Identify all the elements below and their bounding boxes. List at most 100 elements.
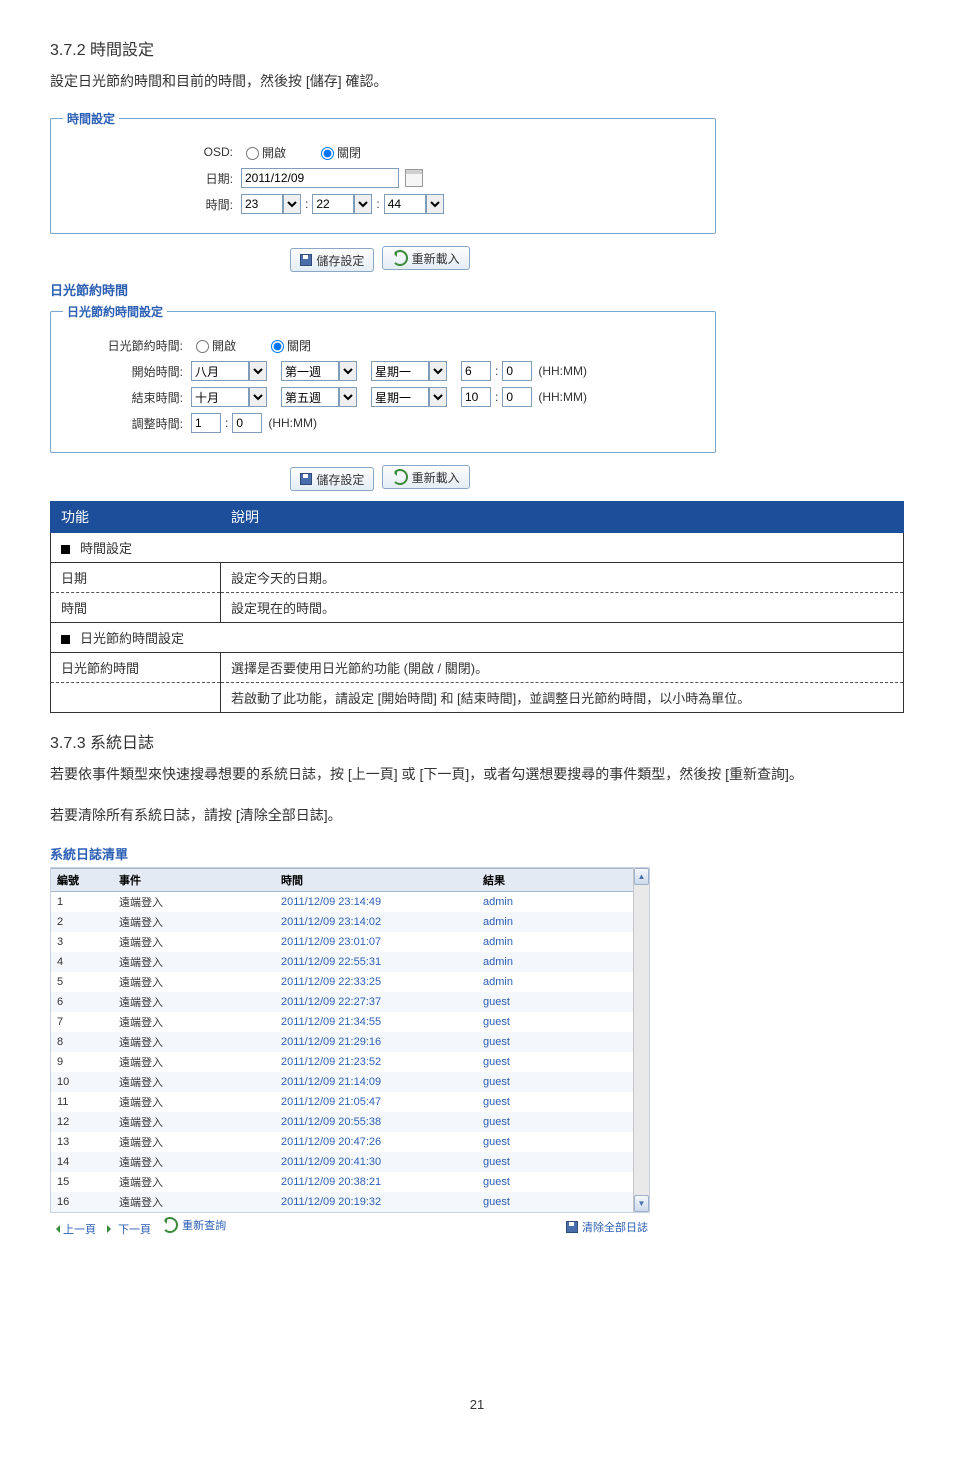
adjust-hour-input[interactable] [191,413,221,433]
section-372-title: 3.7.2 時間設定 [50,36,904,60]
table-row: 2遠端登入2011/12/09 23:14:02admin [51,912,649,932]
start-day-select[interactable] [429,361,447,381]
osd-label: OSD: [63,145,241,159]
table-row: 15遠端登入2011/12/09 20:38:21guest [51,1172,649,1192]
time-settings-panel: 時間設定 OSD: 開啟 關閉 日期: 時間: : : [50,110,904,491]
log-th-result: 結果 [477,869,649,892]
hour-select[interactable] [283,194,301,214]
start-label: 開始時間: [63,363,191,380]
adjust-hhmm: (HH:MM) [268,416,317,430]
dst-off-radio[interactable]: 關閉 [266,337,311,354]
end-min-input[interactable] [502,387,532,407]
clear-all-button[interactable]: 清除全部日誌 [566,1219,648,1235]
log-th-event: 事件 [113,869,275,892]
start-hour-input[interactable] [461,361,491,381]
log-scrollbar[interactable]: ▲ ▼ [633,868,649,1212]
reload-icon [392,469,408,485]
desc-time-val: 設定現在的時間。 [221,593,904,623]
dst-heading: 日光節約時間 [50,280,904,299]
save-icon [300,473,312,485]
table-row: 13遠端登入2011/12/09 20:47:26guest [51,1132,649,1152]
start-month-select[interactable] [249,361,267,381]
time-settings-legend: 時間設定 [63,110,119,127]
date-input[interactable] [241,168,399,188]
start-day-input[interactable] [371,361,429,381]
desc-dst-val: 選擇是否要使用日光節約功能 (開啟 / 關閉)。 [221,653,904,683]
end-day-input[interactable] [371,387,429,407]
end-colon: : [495,390,498,404]
end-hhmm: (HH:MM) [538,390,587,404]
dst-on-radio[interactable]: 開啟 [191,337,236,354]
dst-label: 日光節約時間: [63,337,191,354]
time-reload-label: 重新載入 [412,250,460,267]
dst-save-button[interactable]: 儲存設定 [290,467,374,491]
next-page-button[interactable]: 下一頁 [107,1221,151,1237]
start-colon: : [495,364,498,378]
adjust-label: 調整時間: [63,415,191,432]
time-reload-button[interactable]: 重新載入 [382,246,470,270]
table-row: 6遠端登入2011/12/09 22:27:37guest [51,992,649,1012]
requery-button[interactable]: 重新查詢 [162,1217,226,1233]
start-week-input[interactable] [281,361,339,381]
end-day-select[interactable] [429,387,447,407]
start-month-input[interactable] [191,361,249,381]
time-save-button[interactable]: 儲存設定 [290,248,374,272]
start-hhmm: (HH:MM) [538,364,587,378]
arrow-right-icon [107,1225,115,1233]
desc-time-key: 時間 [51,593,221,623]
calendar-icon[interactable] [405,169,423,187]
desc-date-val: 設定今天的日期。 [221,563,904,593]
description-table: 功能 說明 時間設定 日期 設定今天的日期。 時間 設定現在的時間。 日光節約時… [50,501,904,713]
scroll-up-icon[interactable]: ▲ [634,868,649,885]
start-min-input[interactable] [502,361,532,381]
end-label: 結束時間: [63,389,191,406]
end-week-input[interactable] [281,387,339,407]
table-row: 4遠端登入2011/12/09 22:55:31admin [51,952,649,972]
dst-save-label: 儲存設定 [316,471,364,488]
log-table: 編號 事件 時間 結果 1遠端登入2011/12/09 23:14:49admi… [51,868,649,1212]
adjust-colon: : [225,416,228,430]
end-month-select[interactable] [249,387,267,407]
table-row: 3遠端登入2011/12/09 23:01:07admin [51,932,649,952]
dst-reload-button[interactable]: 重新載入 [382,465,470,489]
second-select[interactable] [426,194,444,214]
table-row: 8遠端登入2011/12/09 21:29:16guest [51,1032,649,1052]
second-input[interactable] [384,194,426,214]
desc-sub-dst: 日光節約時間設定 [51,623,904,653]
table-row: 7遠端登入2011/12/09 21:34:55guest [51,1012,649,1032]
scroll-down-icon[interactable]: ▼ [634,1195,649,1212]
save-icon [566,1221,578,1233]
desc-date-key: 日期 [51,563,221,593]
time-label: 時間: [63,196,241,213]
dst-on-text: 開啟 [212,337,236,354]
osd-off-text: 關閉 [337,144,361,161]
table-row: 10遠端登入2011/12/09 21:14:09guest [51,1072,649,1092]
log-th-time: 時間 [275,869,477,892]
table-row: 9遠端登入2011/12/09 21:23:52guest [51,1052,649,1072]
clear-all-label: 清除全部日誌 [582,1219,648,1235]
end-hour-input[interactable] [461,387,491,407]
table-row: 14遠端登入2011/12/09 20:41:30guest [51,1152,649,1172]
desc-sub-time: 時間設定 [51,533,904,563]
minute-input[interactable] [312,194,354,214]
adjust-min-input[interactable] [232,413,262,433]
date-label: 日期: [63,170,241,187]
osd-on-radio[interactable]: 開啟 [241,144,286,161]
start-week-select[interactable] [339,361,357,381]
osd-off-radio[interactable]: 關閉 [316,144,361,161]
reload-icon [162,1217,178,1233]
end-week-select[interactable] [339,387,357,407]
desc-dst-note-key [51,683,221,713]
colon-2: : [376,197,379,211]
time-save-label: 儲存設定 [316,252,364,269]
table-row: 5遠端登入2011/12/09 22:33:25admin [51,972,649,992]
minute-select[interactable] [354,194,372,214]
table-row: 11遠端登入2011/12/09 21:05:47guest [51,1092,649,1112]
prev-page-button[interactable]: 上一頁 [52,1221,96,1237]
hour-input[interactable] [241,194,283,214]
save-icon [300,254,312,266]
colon-1: : [305,197,308,211]
section-373-title: 3.7.3 系統日誌 [50,729,904,753]
end-month-input[interactable] [191,387,249,407]
next-page-label: 下一頁 [118,1221,151,1237]
